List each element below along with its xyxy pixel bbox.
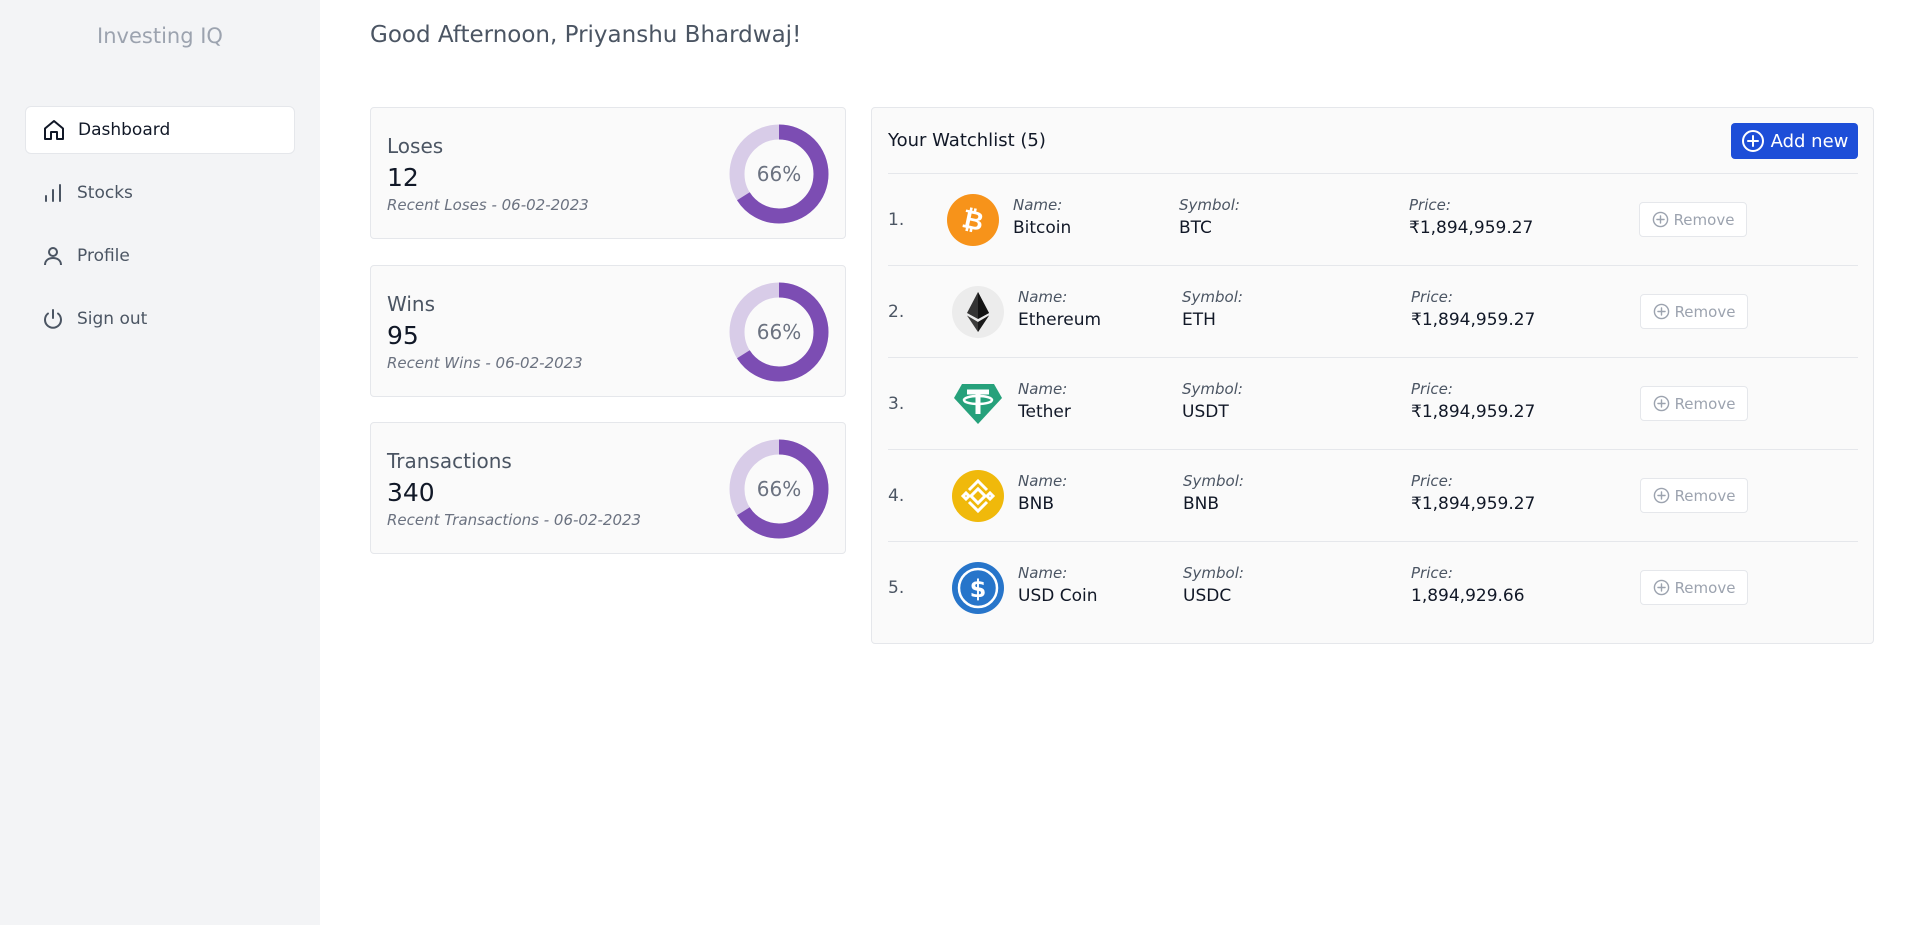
sidebar-item-label: Sign out [77, 309, 148, 329]
coin-symbol: BTC [1179, 218, 1212, 238]
bnb-icon [952, 470, 1004, 522]
progress-donut-label: 66% [756, 162, 802, 186]
stat-value: 95 [387, 321, 419, 350]
sidebar-item-stocks[interactable]: Stocks [25, 169, 295, 217]
plus-circle-icon [1653, 487, 1669, 504]
bar-chart-icon [41, 181, 65, 205]
watchlist-title: Your Watchlist (5) [888, 130, 1046, 151]
remove-button[interactable]: Remove [1639, 202, 1747, 237]
name-label: Name: [1018, 288, 1068, 306]
name-label: Name: [1018, 564, 1068, 582]
coin-price: ₹1,894,959.27 [1411, 402, 1536, 422]
row-index: 5. [888, 578, 905, 598]
watchlist-row: 3. Name: Tether Symbol: USDT Price: ₹1,8… [888, 358, 1858, 449]
remove-label: Remove [1674, 578, 1736, 597]
row-index: 1. [888, 210, 905, 230]
plus-circle-icon [1741, 130, 1764, 152]
price-label: Price: [1411, 380, 1453, 398]
stat-card-loses: Loses 12 Recent Loses - 06-02-2023 66% [370, 107, 846, 239]
stat-title: Loses [387, 134, 444, 158]
user-icon [41, 244, 65, 268]
progress-donut-label: 66% [756, 320, 802, 344]
symbol-label: Symbol: [1182, 380, 1243, 398]
sidebar-item-label: Profile [77, 246, 130, 266]
stat-value: 340 [387, 478, 435, 507]
plus-circle-icon [1653, 395, 1669, 412]
symbol-label: Symbol: [1183, 564, 1244, 582]
stat-subtitle: Recent Transactions - 06-02-2023 [387, 511, 642, 529]
add-new-label: Add new [1770, 130, 1849, 152]
remove-label: Remove [1674, 394, 1736, 413]
watchlist-panel: Your Watchlist (5) Add new 1. ₿ Name: Bi… [871, 107, 1874, 644]
name-label: Name: [1018, 472, 1068, 490]
sidebar-item-label: Stocks [77, 183, 133, 203]
row-index: 3. [888, 394, 905, 414]
bitcoin-icon: ₿ [947, 194, 999, 246]
progress-donut-label: 66% [756, 477, 802, 501]
name-label: Name: [1018, 380, 1068, 398]
coin-symbol: USDC [1183, 586, 1232, 606]
remove-button[interactable]: Remove [1640, 478, 1748, 513]
plus-circle-icon [1652, 211, 1668, 228]
home-icon [42, 118, 66, 142]
row-index: 4. [888, 486, 905, 506]
price-label: Price: [1411, 564, 1453, 582]
sidebar-item-profile[interactable]: Profile [25, 232, 295, 280]
stat-card-wins: Wins 95 Recent Wins - 06-02-2023 66% [370, 265, 846, 397]
remove-button[interactable]: Remove [1640, 294, 1748, 329]
symbol-label: Symbol: [1183, 472, 1244, 490]
plus-circle-icon [1653, 303, 1669, 320]
coin-symbol: BNB [1183, 494, 1220, 514]
sidebar-item-sign-out[interactable]: Sign out [25, 295, 295, 343]
coin-name: USD Coin [1018, 586, 1098, 606]
sidebar: Investing IQ Dashboard Stocks Profile Si… [0, 0, 320, 925]
usd-coin-icon: $ [952, 562, 1004, 614]
price-label: Price: [1409, 196, 1451, 214]
remove-label: Remove [1674, 302, 1736, 321]
coin-price: ₹1,894,959.27 [1411, 310, 1536, 330]
coin-name: BNB [1018, 494, 1055, 514]
add-new-button[interactable]: Add new [1731, 123, 1858, 159]
svg-text:$: $ [970, 575, 987, 603]
watchlist-row: 1. ₿ Name: Bitcoin Symbol: BTC Price: ₹1… [888, 174, 1858, 265]
sidebar-item-label: Dashboard [78, 120, 171, 140]
name-label: Name: [1013, 196, 1063, 214]
sidebar-item-dashboard[interactable]: Dashboard [25, 106, 295, 154]
remove-button[interactable]: Remove [1640, 386, 1748, 421]
stat-subtitle: Recent Loses - 06-02-2023 [387, 196, 589, 214]
coin-symbol: USDT [1182, 402, 1229, 422]
stat-title: Transactions [387, 449, 512, 473]
page-greeting: Good Afternoon, Priyanshu Bhardwaj! [370, 22, 802, 48]
coin-symbol: ETH [1182, 310, 1216, 330]
symbol-label: Symbol: [1179, 196, 1240, 214]
stat-value: 12 [387, 163, 419, 192]
sidebar-nav: Dashboard Stocks Profile Sign out [25, 106, 295, 358]
watchlist-row: 4. Name: BNB Symbol: BNB Price: ₹1,894,9… [888, 450, 1858, 541]
stat-subtitle: Recent Wins - 06-02-2023 [387, 354, 583, 372]
remove-label: Remove [1674, 486, 1736, 505]
remove-label: Remove [1673, 210, 1735, 229]
coin-name: Bitcoin [1013, 218, 1072, 238]
coin-price: 1,894,929.66 [1411, 586, 1525, 606]
watchlist-row: 2. Name: Ethereum Symbol: ETH Price: ₹1,… [888, 266, 1858, 357]
plus-circle-icon [1653, 579, 1669, 596]
symbol-label: Symbol: [1182, 288, 1243, 306]
coin-name: Ethereum [1018, 310, 1102, 330]
tether-icon [952, 378, 1004, 430]
coin-name: Tether [1018, 402, 1071, 422]
ethereum-icon [952, 286, 1004, 338]
stat-card-transactions: Transactions 340 Recent Transactions - 0… [370, 422, 846, 554]
coin-price: ₹1,894,959.27 [1409, 218, 1534, 238]
price-label: Price: [1411, 288, 1453, 306]
row-index: 2. [888, 302, 905, 322]
stat-title: Wins [387, 292, 435, 316]
power-icon [41, 307, 65, 331]
watchlist-row: 5. $ Name: USD Coin Symbol: USDC Price: … [888, 542, 1858, 633]
remove-button[interactable]: Remove [1640, 570, 1748, 605]
price-label: Price: [1411, 472, 1453, 490]
app-brand: Investing IQ [97, 24, 223, 48]
coin-price: ₹1,894,959.27 [1411, 494, 1536, 514]
